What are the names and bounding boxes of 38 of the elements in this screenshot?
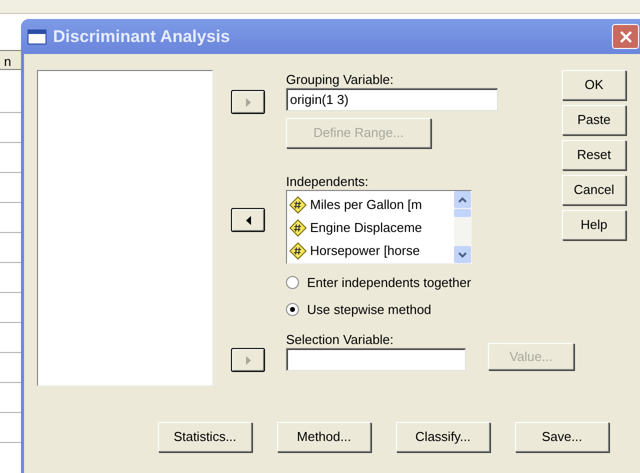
- dialog-button[interactable]: Statistics...: [158, 422, 252, 452]
- move-button[interactable]: [231, 208, 265, 232]
- scale-variable-icon: [289, 218, 307, 236]
- dialog-button[interactable]: Paste: [562, 105, 626, 135]
- independents-list[interactable]: Miles per Gallon [m Engine Displaceme Horsepower [horse: [286, 190, 472, 264]
- radio-button[interactable]: [286, 302, 299, 316]
- dialog-button[interactable]: Classify...: [396, 422, 490, 452]
- down-chevron-icon: [458, 252, 467, 258]
- list-item[interactable]: Horsepower [horse: [310, 240, 420, 260]
- dialog-button[interactable]: Method...: [277, 422, 371, 452]
- dialog-button[interactable]: Help: [562, 210, 626, 240]
- dialog-button[interactable]: Reset: [562, 140, 626, 170]
- independents-label: Independents:: [286, 174, 370, 190]
- text-field[interactable]: origin(1 3): [286, 88, 498, 111]
- close-icon: [618, 30, 632, 44]
- dialog-button[interactable]: OK: [562, 70, 626, 100]
- dialog-button[interactable]: Cancel: [562, 175, 626, 205]
- dialog-button[interactable]: Save...: [515, 422, 609, 452]
- grouping-label: Grouping Variable:: [286, 72, 394, 88]
- text-field[interactable]: [286, 348, 466, 371]
- cell-text: n: [4, 53, 12, 71]
- scroll-thumb[interactable]: [454, 209, 471, 217]
- window-title: Discriminant Analysis: [53, 26, 230, 48]
- up-chevron-icon: [458, 196, 467, 202]
- radio-label: Use stepwise method: [307, 300, 432, 319]
- window-icon: [27, 28, 47, 44]
- radio-label: Enter independents together: [307, 274, 472, 292]
- selection-label: Selection Variable:: [286, 332, 394, 348]
- radio-button[interactable]: [286, 276, 299, 290]
- scale-variable-icon: [289, 196, 307, 214]
- close-button[interactable]: [612, 24, 639, 49]
- scroll-bar[interactable]: [454, 191, 471, 263]
- list-item[interactable]: Miles per Gallon [m: [310, 194, 422, 214]
- left-triangle-icon: [246, 216, 250, 224]
- scale-variable-icon: [289, 242, 307, 260]
- right-triangle-icon: [246, 356, 250, 364]
- right-triangle-icon: [246, 98, 250, 106]
- list-item[interactable]: Engine Displaceme: [310, 218, 422, 238]
